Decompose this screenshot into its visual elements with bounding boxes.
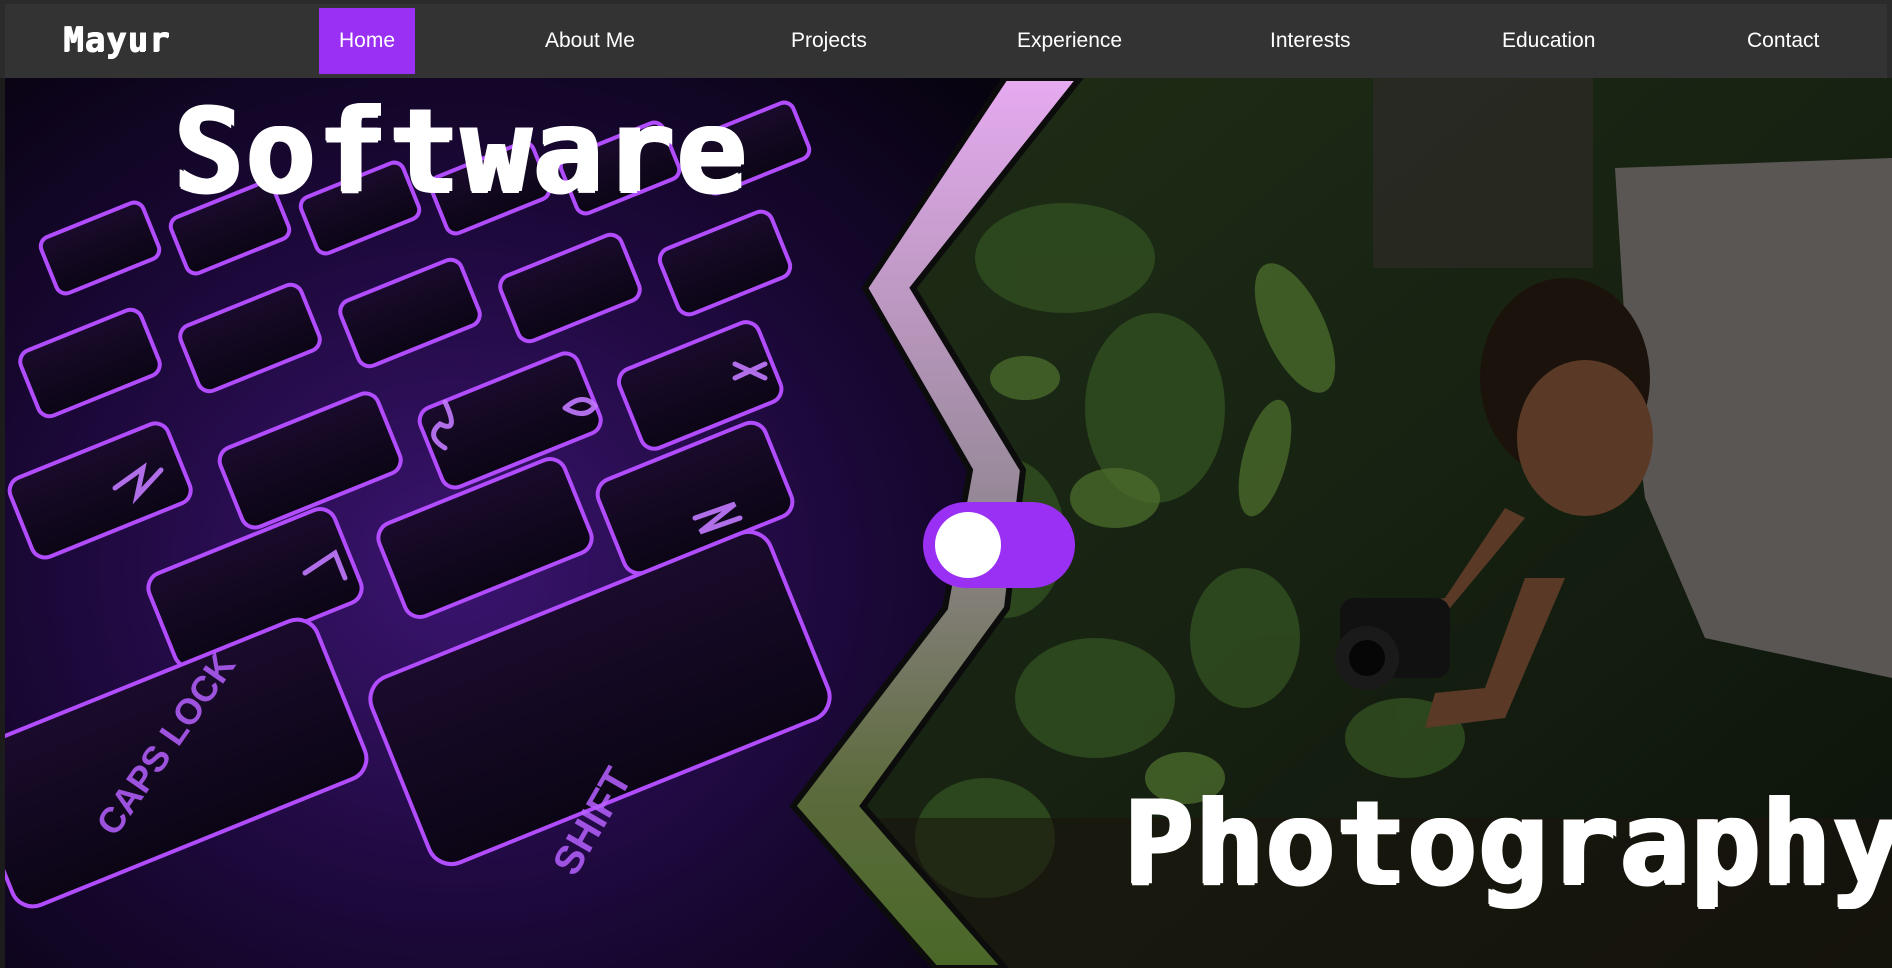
nav-interests[interactable]: Interests <box>1270 8 1351 74</box>
hero-split: CAPS LOCK SHIFT Software Photography <box>5 78 1892 968</box>
nav-home[interactable]: Home <box>319 8 416 74</box>
nav-about-me[interactable]: About Me <box>545 8 635 74</box>
toggle-knob[interactable] <box>935 512 1001 578</box>
software-title: Software <box>173 84 748 219</box>
page: Mayur Home About Me Projects Experience … <box>0 0 1892 968</box>
mode-toggle-switch[interactable] <box>923 502 1075 588</box>
brand-logo[interactable]: Mayur <box>63 20 170 60</box>
nav-contact[interactable]: Contact <box>1747 8 1819 74</box>
top-navbar: Mayur Home About Me Projects Experience … <box>0 0 1892 78</box>
nav-projects[interactable]: Projects <box>791 8 867 74</box>
nav-experience[interactable]: Experience <box>1017 8 1122 74</box>
nav-education[interactable]: Education <box>1502 8 1595 74</box>
photography-title: Photography <box>1123 776 1892 911</box>
